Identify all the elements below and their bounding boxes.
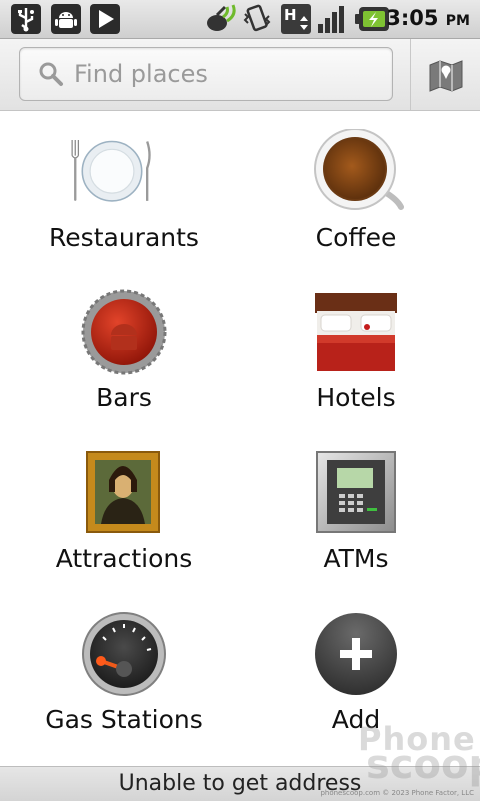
fuel-gauge-icon	[81, 611, 167, 697]
plate-utensils-icon	[71, 129, 167, 215]
category-label: Hotels	[316, 383, 396, 412]
category-restaurants[interactable]: Restaurants	[4, 111, 244, 271]
watermark-credit: phonescoop.com © 2023 Phone Factor, LLC	[320, 789, 474, 797]
search-header	[0, 39, 480, 111]
battery-charging-icon	[354, 6, 390, 36]
category-label: Add	[331, 705, 381, 734]
clock: 3:05 PM	[386, 6, 470, 30]
status-bar: H 3:05 PM	[0, 0, 480, 39]
gps-icon	[203, 3, 237, 39]
category-attractions[interactable]: Attractions	[4, 432, 244, 592]
coffee-cup-icon	[313, 128, 404, 215]
category-coffee[interactable]: Coffee	[236, 111, 476, 271]
add-plus-icon	[313, 611, 399, 697]
atm-machine-icon	[313, 450, 399, 536]
svg-text:H: H	[284, 6, 297, 24]
map-button[interactable]	[411, 39, 480, 110]
category-bars[interactable]: Bars	[4, 271, 244, 431]
mona-lisa-painting-icon	[81, 450, 167, 536]
category-label: Coffee	[315, 223, 397, 252]
hspa-signal-icon: H	[280, 3, 312, 39]
play-store-icon	[90, 4, 120, 34]
category-gas-stations[interactable]: Gas Stations	[4, 593, 244, 753]
category-label: Attractions	[55, 544, 193, 573]
category-label: Restaurants	[49, 223, 199, 252]
search-icon	[38, 61, 64, 91]
clock-ampm: PM	[445, 13, 470, 29]
search-box[interactable]	[19, 47, 393, 101]
category-atms[interactable]: ATMs	[236, 432, 476, 592]
category-hotels[interactable]: Hotels	[236, 271, 476, 431]
map-icon	[429, 60, 463, 92]
hotel-bed-icon	[313, 289, 399, 375]
category-label: Gas Stations	[45, 705, 203, 734]
vibrate-icon	[242, 4, 272, 38]
android-debug-icon	[51, 4, 81, 34]
search-input[interactable]	[72, 54, 386, 94]
clock-time: 3:05	[386, 6, 439, 30]
category-label: ATMs	[323, 544, 389, 573]
category-label: Bars	[96, 383, 152, 412]
categories-grid: Restaurants Coffee Bars Hotels Attractio…	[0, 111, 480, 766]
signal-bars-icon	[317, 4, 349, 38]
bottle-cap-icon	[81, 289, 167, 375]
category-add[interactable]: Add	[236, 593, 476, 753]
usb-icon	[11, 4, 41, 34]
